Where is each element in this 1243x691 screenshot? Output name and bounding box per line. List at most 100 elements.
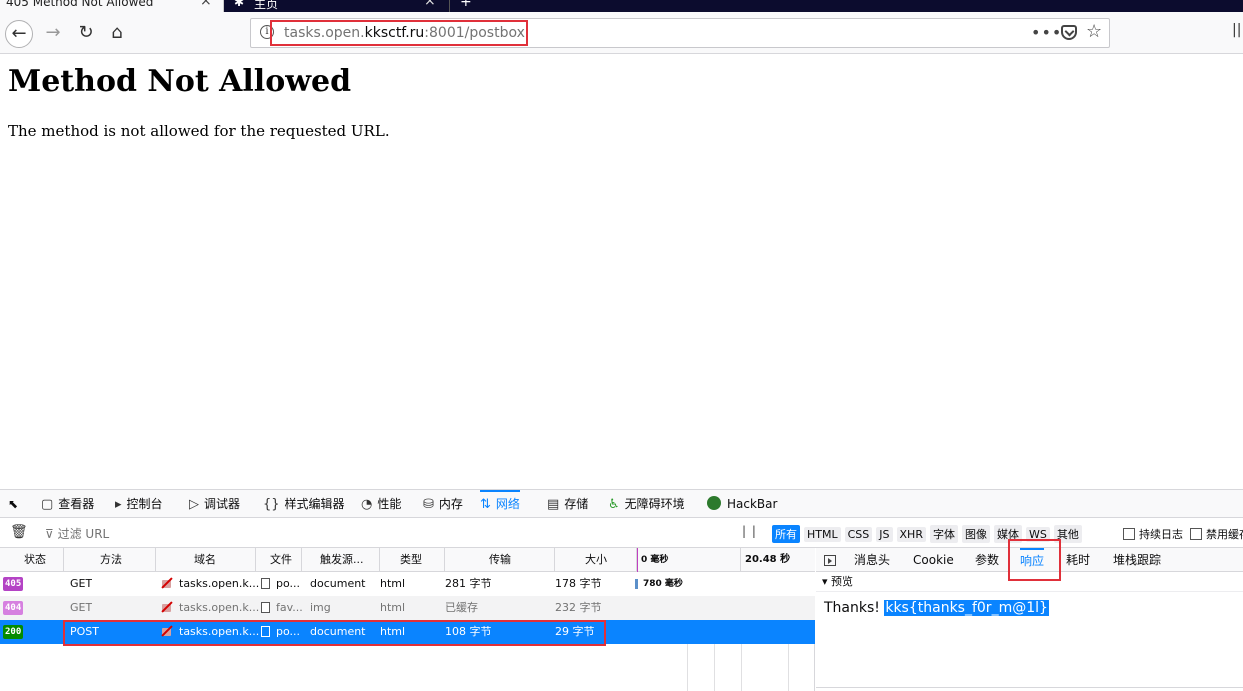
tool-label: 网络 <box>495 497 520 511</box>
storage-icon: ▤ <box>547 497 560 512</box>
tab-params[interactable]: 参数 <box>975 548 999 572</box>
col-type[interactable]: 类型 <box>380 548 445 572</box>
tool-memory[interactable]: ⛁ 内存 <box>423 490 463 518</box>
col-cause[interactable]: 触发源... <box>302 548 380 572</box>
pause-icon[interactable]: | | <box>742 524 757 538</box>
response-tab-annotation-box <box>1008 539 1061 581</box>
type-filter-html[interactable]: HTML <box>804 527 841 542</box>
tool-inspector[interactable]: ▢ 查看器 <box>41 490 94 518</box>
type-filter-css[interactable]: CSS <box>844 527 873 542</box>
tab-headers[interactable]: 消息头 <box>854 548 890 572</box>
cell-file: po... <box>261 572 300 596</box>
type-filter-images[interactable]: 图像 <box>961 525 990 543</box>
waterfall-tick-end: 20.48 秒 <box>745 554 791 565</box>
tool-performance[interactable]: ◔ 性能 <box>361 490 401 518</box>
tab-close-icon[interactable]: × <box>424 0 436 9</box>
tool-debugger[interactable]: ▷ 调试器 <box>189 490 240 518</box>
col-status[interactable]: 状态 <box>0 548 64 572</box>
gear-icon: ✱ <box>234 0 245 9</box>
type-filter-xhr[interactable]: XHR <box>896 527 926 542</box>
table-header: 状态 方法 域名 文件 触发源... 类型 传输 大小 0 毫秒 20.48 秒 <box>0 548 815 572</box>
col-size[interactable]: 大小 <box>555 548 637 572</box>
element-picker-icon[interactable]: ⬉ <box>8 490 18 518</box>
checkbox-box <box>1123 528 1135 540</box>
home-icon: ⌂ <box>111 22 123 43</box>
filter-placeholder: 过滤 URL <box>57 527 110 541</box>
new-tab-icon[interactable]: + <box>460 0 472 10</box>
waterfall-timing: 780 毫秒 <box>643 579 683 589</box>
cell-cause: document <box>310 577 366 590</box>
cell-domain: tasks.open.k... <box>161 572 259 596</box>
file-text: po... <box>276 577 301 590</box>
tool-console[interactable]: ▸ 控制台 <box>115 490 163 518</box>
network-icon: ⇅ <box>480 497 491 512</box>
page-content: Method Not Allowed The method is not all… <box>0 55 1243 489</box>
reload-icon: ↻ <box>78 22 94 43</box>
cell-transferred: 281 字节 <box>445 577 492 590</box>
cell-type: html <box>380 601 406 614</box>
col-file[interactable]: 文件 <box>256 548 302 572</box>
cell-type: html <box>380 577 406 590</box>
cell-method: GET <box>70 577 93 590</box>
response-preview: Thanks! kks{thanks_f0r_m@1l} <box>824 600 1049 616</box>
tool-label: 控制台 <box>126 497 163 511</box>
status-badge: 405 <box>3 577 24 591</box>
url-bar[interactable]: i tasks.open.kksctf.ru:8001/postbox ••• … <box>250 18 1110 48</box>
reload-button[interactable]: ↻ <box>72 20 100 48</box>
braces-icon: {} <box>263 497 280 512</box>
tool-hackbar[interactable]: HackBar <box>707 490 777 518</box>
col-domain[interactable]: 域名 <box>156 548 256 572</box>
type-filter-all[interactable]: 所有 <box>772 525 800 543</box>
col-transferred[interactable]: 传输 <box>445 548 555 572</box>
tab-timings[interactable]: 耗时 <box>1066 548 1090 572</box>
panel-toggle-icon[interactable] <box>824 555 836 566</box>
devtools-toolbar: ⬉ ▢ 查看器 ▸ 控制台 ▷ 调试器 {} 样式编辑器 ◔ 性能 ⛁ 内存 ⇅ 网络 ▤ 存储… <box>0 489 1243 518</box>
url-text[interactable]: tasks.open.kksctf.ru:8001/postbox <box>284 25 525 41</box>
back-icon: ← <box>11 23 27 44</box>
status-badge: 404 <box>3 601 24 615</box>
back-button[interactable]: ← <box>5 20 33 48</box>
page-actions-icon[interactable]: ••• <box>1031 23 1062 42</box>
col-method[interactable]: 方法 <box>64 548 156 572</box>
bookmark-star-icon[interactable]: ☆ <box>1086 21 1102 42</box>
persist-logs-checkbox[interactable]: 持续日志 <box>1123 526 1183 542</box>
table-row[interactable]: 405 GET tasks.open.k... po... document h… <box>0 572 815 596</box>
debugger-icon: ▷ <box>189 497 199 512</box>
tab-active[interactable]: 405 Method Not Allowed × <box>0 0 224 12</box>
cell-cause: img <box>310 601 331 614</box>
table-row[interactable]: 404 GET tasks.open.k... fav... img html … <box>0 596 815 620</box>
insecure-lock-icon <box>161 601 173 613</box>
tool-storage[interactable]: ▤ 存储 <box>547 490 588 518</box>
tab-cookies[interactable]: Cookie <box>913 548 954 572</box>
library-icon[interactable]: ||| <box>1232 22 1243 38</box>
tab-stack-trace[interactable]: 堆栈跟踪 <box>1113 548 1161 572</box>
tool-label: 性能 <box>377 497 402 511</box>
cell-domain: tasks.open.k... <box>161 596 259 620</box>
console-icon: ▸ <box>115 497 122 512</box>
url-prefix: tasks.open. <box>284 25 365 41</box>
disable-cache-checkbox[interactable]: 禁用缓存 <box>1190 526 1243 542</box>
tool-style-editor[interactable]: {} 样式编辑器 <box>263 490 345 518</box>
cell-method: GET <box>70 601 93 614</box>
type-filter-fonts[interactable]: 字体 <box>929 525 958 543</box>
tool-network[interactable]: ⇅ 网络 <box>480 490 520 518</box>
domain-text: tasks.open.k... <box>179 577 260 590</box>
tab-close-icon[interactable]: × <box>200 0 212 9</box>
gauge-icon: ◔ <box>361 497 373 512</box>
trash-icon[interactable]: 🗑 <box>10 524 28 540</box>
pocket-icon[interactable] <box>1061 25 1077 40</box>
waterfall-bar <box>635 579 638 589</box>
cell-file: fav... <box>261 596 303 620</box>
filter-url-input[interactable]: ⊽ 过滤 URL <box>45 525 109 542</box>
response-flag: kks{thanks_f0r_m@1l} <box>884 600 1049 616</box>
tab-inactive[interactable]: ✱ 主页 × <box>224 0 450 12</box>
forward-button[interactable]: → <box>39 20 67 48</box>
navigation-bar: ← → ↻ ⌂ i tasks.open.kksctf.ru:8001/post… <box>0 12 1243 54</box>
tool-label: 调试器 <box>204 497 241 511</box>
type-filter-js[interactable]: JS <box>876 527 893 542</box>
file-text: fav... <box>276 601 303 614</box>
tool-accessibility[interactable]: ♿ 无障碍环境 <box>608 490 685 518</box>
home-button[interactable]: ⌂ <box>103 20 131 48</box>
cell-transferred: 已缓存 <box>445 601 478 614</box>
tab-title: 主页 <box>254 0 279 11</box>
